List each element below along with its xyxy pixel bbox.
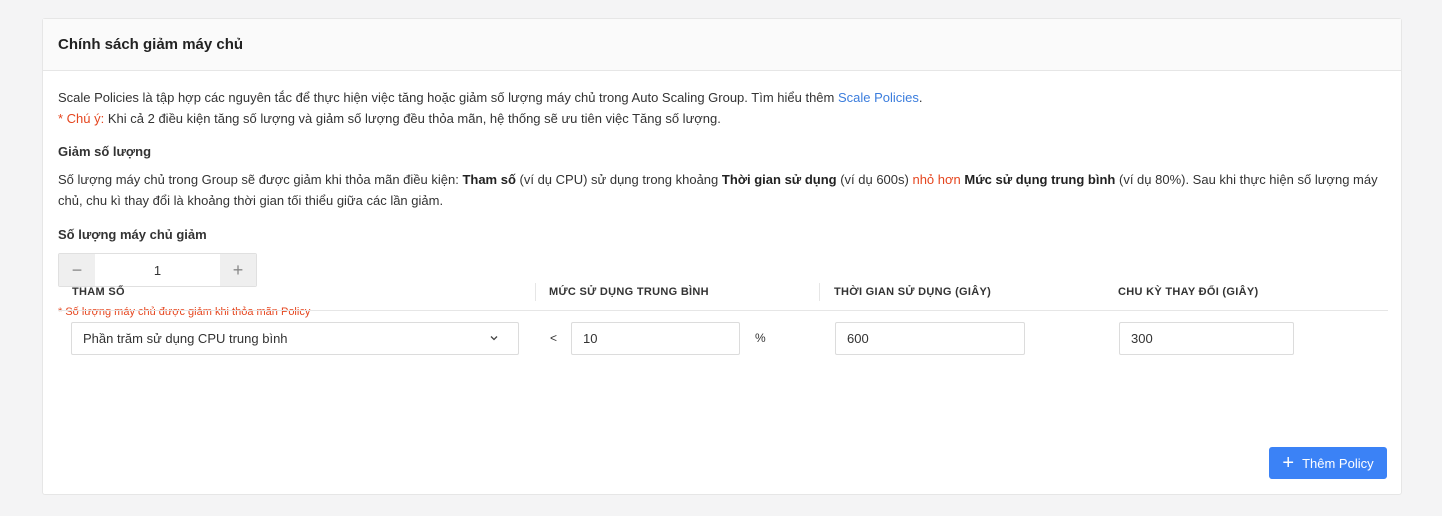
- policy-table: THAM SỐ MỨC SỬ DỤNG TRUNG BÌNH THỜI GIAN…: [58, 281, 1388, 367]
- header-average-usage: MỨC SỬ DỤNG TRUNG BÌNH: [549, 286, 709, 298]
- warning-message: Khi cả 2 điều kiện tăng số lượng và giảm…: [104, 111, 721, 126]
- intro-sentence: Scale Policies là tập hợp các nguyên tắc…: [58, 90, 838, 105]
- desc-part: (ví dụ 600s): [836, 172, 913, 187]
- percent-unit: %: [755, 331, 766, 345]
- header-divider: [535, 283, 536, 301]
- desc-red-less-than: nhỏ hơn: [912, 172, 961, 187]
- desc-bold-average: Mức sử dụng trung bình: [964, 172, 1116, 187]
- desc-bold-param: Tham số: [462, 172, 516, 187]
- header-cooldown: CHU KỲ THAY ĐỔI (GIÂY): [1118, 286, 1259, 298]
- desc-bold-duration: Thời gian sử dụng: [721, 172, 837, 187]
- plus-icon: +: [1282, 452, 1295, 474]
- card-title: Chính sách giảm máy chủ: [58, 36, 244, 53]
- table-row: Phần trăm sử dụng CPU trung bình < 10 % …: [58, 311, 1388, 367]
- desc-part: Số lượng máy chủ trong Group sẽ được giả…: [58, 172, 463, 187]
- duration-input[interactable]: 600: [835, 322, 1025, 355]
- header-duration: THỜI GIAN SỬ DỤNG (GIÂY): [834, 286, 992, 298]
- average-usage-input[interactable]: 10: [571, 322, 740, 355]
- scale-policies-link[interactable]: Scale Policies: [838, 90, 919, 105]
- section-title: Giảm số lượng: [58, 144, 152, 159]
- header-param: THAM SỐ: [72, 286, 125, 298]
- operator-less-than: <: [550, 331, 558, 345]
- quantity-label: Số lượng máy chủ giảm: [58, 227, 207, 242]
- desc-part: (ví dụ CPU) sử dụng trong khoảng: [515, 172, 722, 187]
- warning-text: * Chú ý: Khi cả 2 điều kiện tăng số lượn…: [58, 108, 1386, 129]
- param-select-value: Phần trăm sử dụng CPU trung bình: [83, 331, 288, 346]
- card-header: Chính sách giảm máy chủ: [43, 19, 1401, 71]
- param-select[interactable]: Phần trăm sử dụng CPU trung bình: [71, 322, 519, 355]
- table-header: THAM SỐ MỨC SỬ DỤNG TRUNG BÌNH THỜI GIAN…: [58, 281, 1388, 311]
- add-policy-button[interactable]: + Thêm Policy: [1269, 447, 1387, 479]
- warning-label: * Chú ý:: [58, 111, 105, 126]
- chevron-down-icon: [490, 336, 498, 341]
- section-description: Số lượng máy chủ trong Group sẽ được giả…: [58, 169, 1388, 211]
- cooldown-input[interactable]: 300: [1119, 322, 1294, 355]
- intro-text: Scale Policies là tập hợp các nguyên tắc…: [58, 87, 1386, 108]
- scale-down-policy-card: Chính sách giảm máy chủ Scale Policies l…: [42, 18, 1402, 495]
- add-policy-label: Thêm Policy: [1302, 455, 1374, 471]
- intro-end: .: [918, 90, 923, 105]
- header-divider: [819, 283, 820, 301]
